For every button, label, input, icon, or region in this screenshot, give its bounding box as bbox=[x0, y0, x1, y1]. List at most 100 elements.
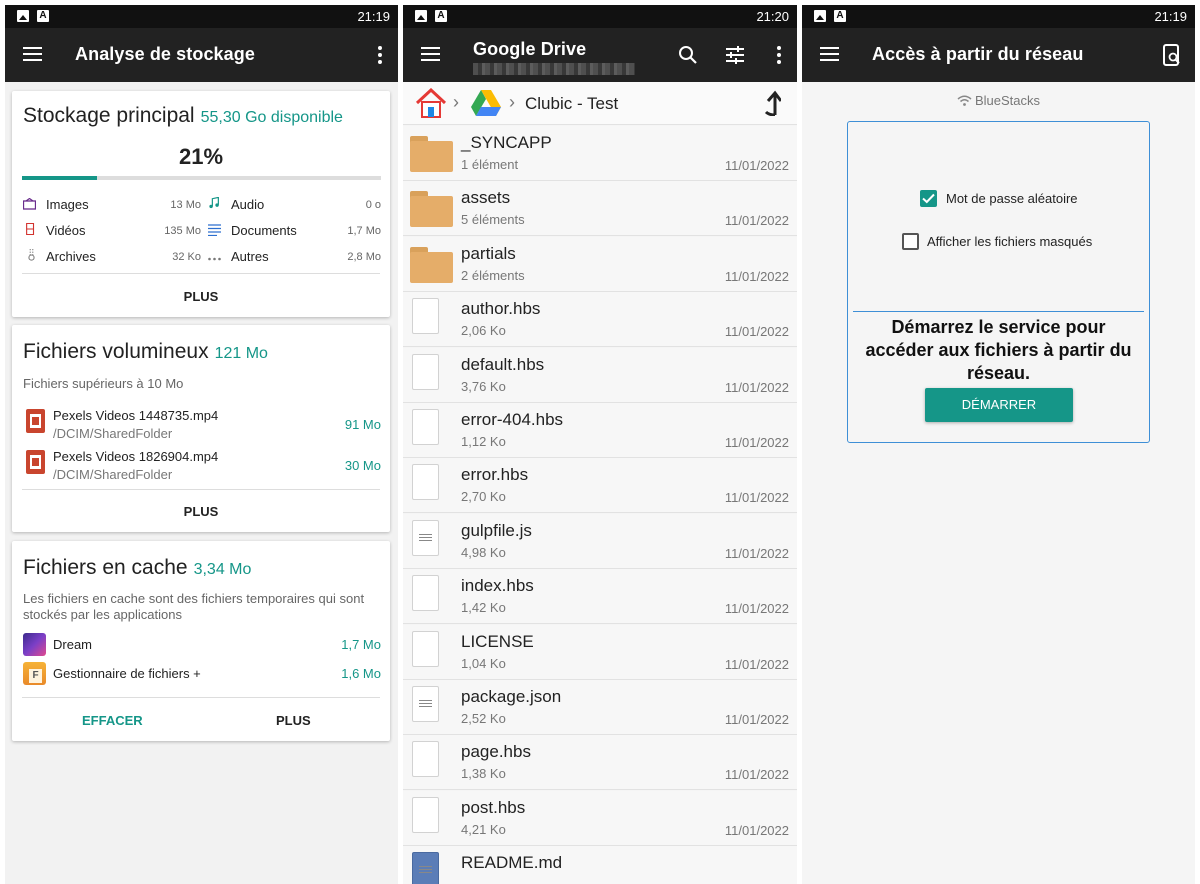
file-name: README.md bbox=[461, 853, 563, 873]
file-name: gulpfile.js bbox=[461, 520, 532, 540]
usage-bar bbox=[22, 176, 381, 180]
file-date: 11/01/2022 bbox=[724, 767, 789, 783]
markdown-file-icon bbox=[412, 852, 439, 884]
network-name: BlueStacks bbox=[974, 93, 1041, 108]
file-icon bbox=[412, 630, 439, 667]
file-date: 11/01/2022 bbox=[724, 379, 789, 395]
archive-icon bbox=[28, 249, 35, 261]
file-meta: 1,38 Ko bbox=[461, 766, 506, 782]
folder-icon bbox=[410, 136, 453, 172]
file-date: 11/01/2022 bbox=[724, 435, 789, 450]
file-row[interactable]: package.json 2,52 Ko 11/01/2022 bbox=[403, 680, 797, 735]
file-meta: 2 éléments bbox=[461, 267, 525, 283]
file-name: package.json bbox=[461, 687, 562, 706]
file-date: 11/01/2022 bbox=[724, 213, 789, 229]
file-row[interactable]: error.hbs 2,70 Ko 11/01/2022 bbox=[403, 458, 797, 514]
file-meta: 1,12 Ko bbox=[461, 434, 506, 449]
overflow-menu-icon[interactable] bbox=[777, 46, 781, 64]
breadcrumb-current-folder[interactable]: Clubic - Test bbox=[525, 94, 618, 114]
file-row[interactable]: post.hbs 4,21 Ko 11/01/2022 bbox=[403, 790, 797, 846]
file-row[interactable]: default.hbs 3,76 Ko 11/01/2022 bbox=[403, 347, 797, 403]
cache-item[interactable]: F Gestionnaire de fichiers + 1,6 Mo bbox=[23, 662, 381, 688]
start-service-message: Démarrez le service pour accéder aux fic… bbox=[865, 317, 1132, 383]
clear-cache-button[interactable]: EFFACER bbox=[82, 713, 143, 728]
random-password-checkbox[interactable] bbox=[920, 190, 937, 207]
app-bar: Accès à partir du réseau bbox=[802, 28, 1195, 82]
overflow-menu-icon[interactable] bbox=[378, 46, 382, 64]
network-access-screen: A 21:19 Accès à partir du réseau BlueSta… bbox=[802, 5, 1195, 884]
file-row[interactable]: error-404.hbs 1,12 Ko 11/01/2022 bbox=[403, 403, 797, 458]
cache-more-button[interactable]: PLUS bbox=[276, 713, 311, 728]
file-name: page.hbs bbox=[461, 742, 531, 762]
folder-row[interactable]: partials 2 éléments 11/01/2022 bbox=[403, 236, 797, 292]
status-bar: A 21:19 bbox=[802, 5, 1195, 28]
folder-icon bbox=[410, 246, 453, 283]
video-icon bbox=[26, 223, 35, 235]
music-icon bbox=[209, 197, 219, 209]
file-date: 11/01/2022 bbox=[724, 601, 789, 617]
blurred-account-email bbox=[473, 63, 635, 75]
large-files-card: Fichiers volumineux 121 Mo Fichiers supér… bbox=[12, 325, 390, 532]
main-storage-more-button[interactable]: PLUS bbox=[12, 289, 390, 304]
file-meta: 2,70 Ko bbox=[461, 489, 506, 505]
start-service-button[interactable]: DÉMARRER bbox=[925, 388, 1073, 422]
a-notification-icon: A bbox=[834, 10, 846, 22]
app-bar: Google Drive bbox=[403, 28, 797, 82]
file-name: default.hbs bbox=[461, 354, 545, 374]
menu-icon[interactable] bbox=[23, 47, 42, 62]
file-meta: 4,98 Ko bbox=[461, 544, 506, 560]
large-files-subtitle: Fichiers supérieurs à 10 Mo bbox=[23, 376, 184, 391]
parent-folder-arrow-icon[interactable] bbox=[763, 90, 781, 116]
folder-row[interactable]: assets 5 éléments 11/01/2022 bbox=[403, 181, 797, 237]
filter-settings-icon[interactable] bbox=[725, 45, 745, 65]
menu-icon[interactable] bbox=[820, 47, 839, 62]
file-row[interactable]: page.hbs 1,38 Ko 11/01/2022 bbox=[403, 735, 797, 791]
cache-item[interactable]: Dream 1,7 Mo bbox=[23, 633, 381, 659]
file-row[interactable]: LICENSE 1,04 Ko 11/01/2022 bbox=[403, 624, 797, 680]
a-notification-icon: A bbox=[37, 10, 49, 22]
file-meta: 4,21 Ko bbox=[461, 821, 506, 837]
network-label: BlueStacks bbox=[802, 93, 1195, 108]
card-title: Stockage principal 55,30 Go disponible bbox=[23, 104, 343, 127]
file-meta: 3,76 Ko bbox=[461, 378, 506, 394]
file-row[interactable]: gulpfile.js 4,98 Ko 11/01/2022 bbox=[403, 513, 797, 569]
main-storage-card: Stockage principal 55,30 Go disponible 21… bbox=[12, 91, 390, 317]
large-file-item[interactable]: Pexels Videos 1826904.mp4 /DCIM/SharedFo… bbox=[23, 446, 381, 484]
large-files-more-button[interactable]: PLUS bbox=[12, 504, 390, 519]
dream-app-icon bbox=[23, 633, 46, 656]
file-meta: 1 élément bbox=[461, 157, 519, 172]
image-notification-icon bbox=[814, 10, 826, 22]
file-list: _SYNCAPP 1 élément 11/01/2022 assets 5 éléme… bbox=[403, 126, 797, 884]
folder-row[interactable]: _SYNCAPP 1 élément 11/01/2022 bbox=[403, 126, 797, 181]
file-meta: 2,52 Ko bbox=[461, 711, 506, 726]
status-bar: A 21:19 bbox=[5, 5, 398, 28]
image-notification-icon bbox=[415, 10, 427, 22]
file-row[interactable]: README.md bbox=[403, 846, 797, 884]
file-name: author.hbs bbox=[461, 299, 541, 319]
video-file-icon bbox=[26, 450, 45, 474]
device-search-icon[interactable] bbox=[1163, 44, 1181, 66]
file-meta: 1,42 Ko bbox=[461, 600, 506, 616]
large-file-item[interactable]: Pexels Videos 1448735.mp4 /DCIM/SharedFo… bbox=[23, 405, 381, 443]
random-password-label: Mot de passe aléatoire bbox=[946, 191, 1078, 206]
file-date: 11/01/2022 bbox=[724, 822, 789, 838]
search-icon[interactable] bbox=[678, 45, 698, 65]
usage-percent: 21% bbox=[178, 144, 224, 169]
cache-size: 3,34 Mo bbox=[193, 561, 252, 578]
file-name: index.hbs bbox=[461, 576, 534, 596]
status-time: 21:19 bbox=[1154, 9, 1187, 24]
file-icon bbox=[412, 575, 439, 612]
show-hidden-files-checkbox[interactable] bbox=[902, 233, 919, 250]
file-row[interactable]: index.hbs 1,42 Ko 11/01/2022 bbox=[403, 569, 797, 625]
menu-icon[interactable] bbox=[421, 47, 440, 62]
google-drive-icon[interactable] bbox=[471, 90, 501, 116]
document-icon bbox=[208, 224, 221, 236]
status-bar: A 21:20 bbox=[403, 5, 797, 28]
breadcrumb: › › Clubic - Test bbox=[403, 82, 797, 125]
status-time: 21:20 bbox=[756, 9, 789, 24]
folder-icon bbox=[410, 191, 453, 228]
divider bbox=[22, 273, 380, 274]
file-row[interactable]: author.hbs 2,06 Ko 11/01/2022 bbox=[403, 292, 797, 348]
home-icon[interactable] bbox=[415, 88, 447, 118]
file-name: LICENSE bbox=[461, 631, 534, 651]
